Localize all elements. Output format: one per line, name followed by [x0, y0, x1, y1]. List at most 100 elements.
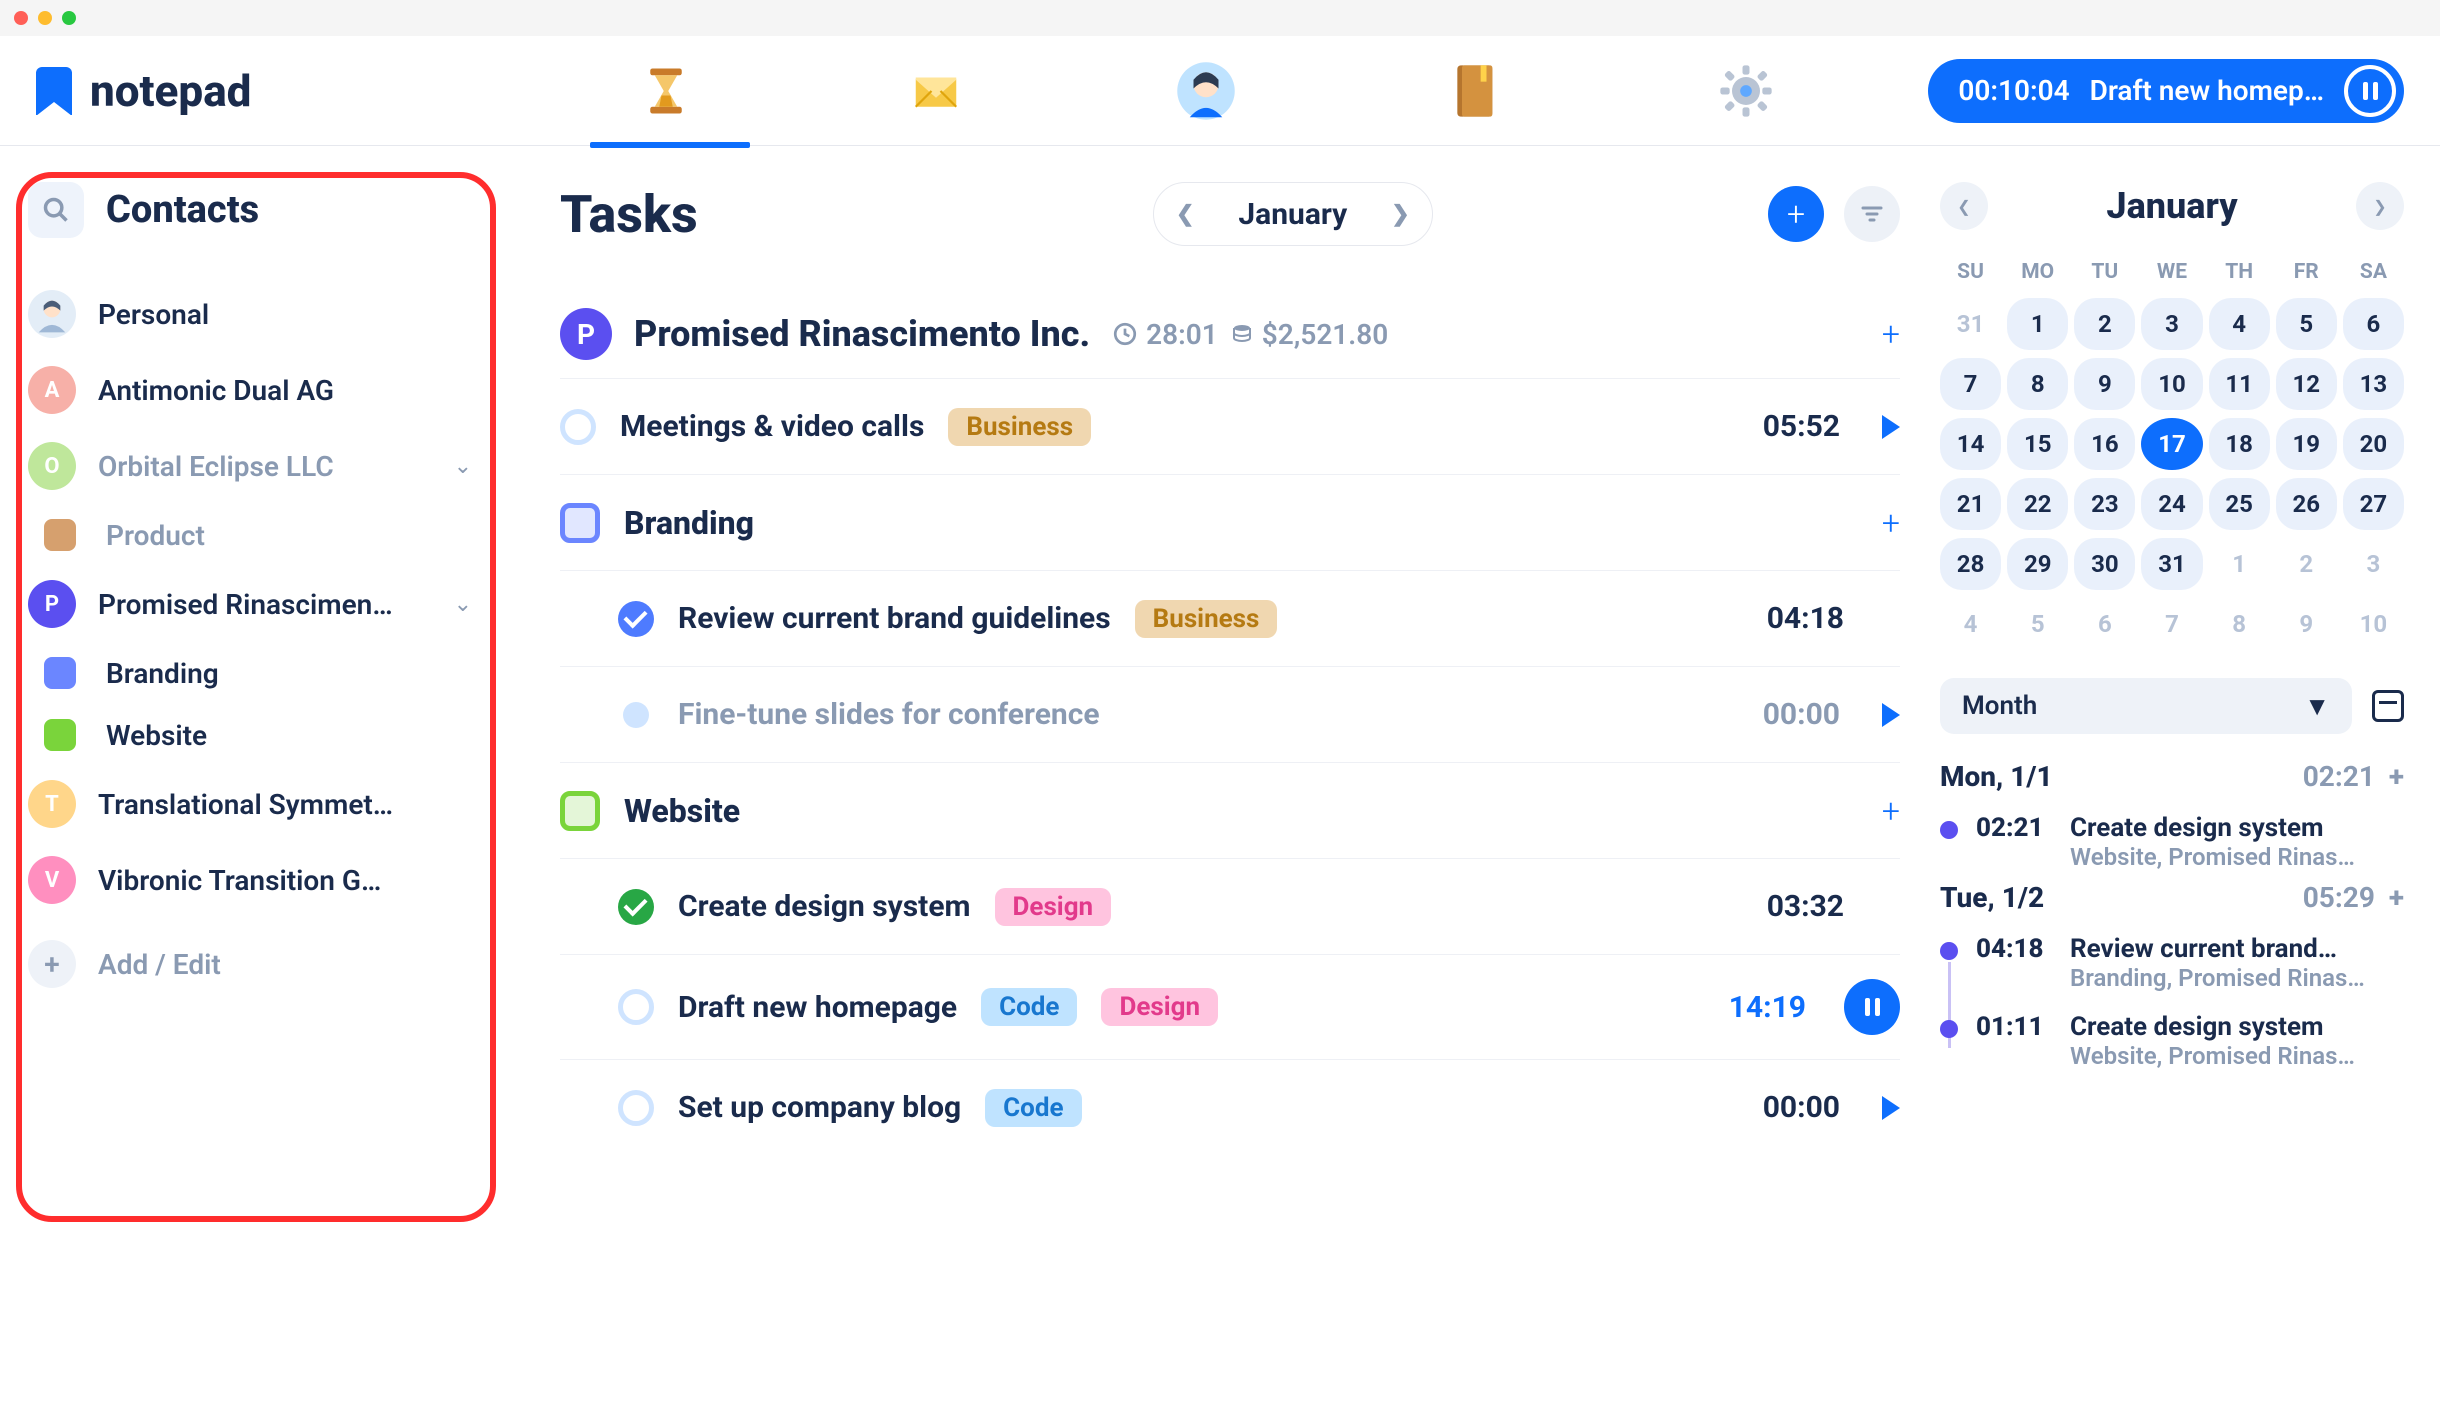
calendar-day[interactable]: 15	[2007, 418, 2068, 470]
sidebar-item[interactable]: OOrbital Eclipse LLC⌄	[28, 428, 472, 504]
task-row[interactable]: Set up company blogCode00:00	[560, 1059, 1900, 1155]
calendar-day[interactable]: 19	[2276, 418, 2337, 470]
task-checkbox[interactable]	[560, 409, 596, 445]
calendar-day[interactable]: 1	[2209, 538, 2270, 590]
calendar-day[interactable]: 23	[2074, 478, 2135, 530]
calendar-day[interactable]: 5	[2007, 598, 2068, 650]
calendar-icon-button[interactable]	[2372, 690, 2404, 722]
calendar-day[interactable]: 2	[2276, 538, 2337, 590]
nav-tab-notes[interactable]	[1446, 61, 1506, 121]
task-checkbox[interactable]	[618, 601, 654, 637]
nav-tab-tasks[interactable]	[636, 61, 696, 121]
calendar-day[interactable]: 12	[2276, 358, 2337, 410]
task-row[interactable]: Draft new homepageCodeDesign14:19	[560, 954, 1900, 1059]
task-row[interactable]: Review current brand guidelinesBusiness0…	[560, 570, 1900, 666]
chevron-down-icon[interactable]: ⌄	[454, 592, 472, 617]
task-checkbox[interactable]	[618, 889, 654, 925]
sidebar-sub-item[interactable]: Product	[28, 504, 472, 566]
calendar-day[interactable]: 31	[1940, 298, 2001, 350]
calendar-day[interactable]: 5	[2276, 298, 2337, 350]
calendar-day[interactable]: 21	[1940, 478, 2001, 530]
calendar-day[interactable]: 26	[2276, 478, 2337, 530]
sidebar-item[interactable]: TTranslational Symmet…	[28, 766, 472, 842]
month-selector[interactable]: ❮ January ❯	[1153, 182, 1433, 246]
calendar-day[interactable]: 7	[1940, 358, 2001, 410]
calendar-prev-button[interactable]: ❮	[1940, 182, 1988, 230]
calendar-day[interactable]: 2	[2074, 298, 2135, 350]
calendar-day[interactable]: 8	[2007, 358, 2068, 410]
calendar-day[interactable]: 1	[2007, 298, 2068, 350]
calendar-day[interactable]: 31	[2141, 538, 2202, 590]
calendar-day[interactable]: 11	[2209, 358, 2270, 410]
calendar-next-button[interactable]: ❯	[2356, 182, 2404, 230]
calendar-day[interactable]: 6	[2343, 298, 2404, 350]
calendar-day[interactable]: 4	[1940, 598, 2001, 650]
calendar-day[interactable]: 24	[2141, 478, 2202, 530]
calendar-day[interactable]: 6	[2074, 598, 2135, 650]
play-button[interactable]	[1882, 1096, 1900, 1120]
section-add-button[interactable]: +	[1882, 504, 1900, 542]
task-row[interactable]: Branding+	[560, 474, 1900, 570]
active-timer-pill[interactable]: 00:10:04 Draft new homep…	[1928, 59, 2404, 123]
task-checkbox[interactable]	[618, 1090, 654, 1126]
sidebar-add-edit-button[interactable]: + Add / Edit	[28, 918, 472, 988]
calendar-day[interactable]: 29	[2007, 538, 2068, 590]
sidebar-item[interactable]: PPromised Rinascimen…⌄	[28, 566, 472, 642]
month-prev-button[interactable]: ❮	[1176, 202, 1194, 227]
calendar-day[interactable]: 13	[2343, 358, 2404, 410]
calendar-day[interactable]: 9	[2276, 598, 2337, 650]
task-checkbox[interactable]	[618, 989, 654, 1025]
sidebar-search-button[interactable]	[28, 182, 84, 238]
window-maximize-button[interactable]	[62, 11, 76, 25]
calendar-day[interactable]: 4	[2209, 298, 2270, 350]
timesheet-entry[interactable]: 02:21Create design systemWebsite, Promis…	[1940, 813, 2404, 871]
nav-tab-profile[interactable]	[1176, 61, 1236, 121]
chevron-down-icon[interactable]: ⌄	[454, 454, 472, 479]
timesheet-entry[interactable]: 01:11Create design systemWebsite, Promis…	[1940, 1012, 2404, 1070]
calendar-day[interactable]: 30	[2074, 538, 2135, 590]
play-button[interactable]	[1882, 415, 1900, 439]
calendar-day[interactable]: 28	[1940, 538, 2001, 590]
play-button[interactable]	[1882, 703, 1900, 727]
calendar-day[interactable]: 27	[2343, 478, 2404, 530]
calendar-day[interactable]: 10	[2141, 358, 2202, 410]
calendar-day[interactable]: 25	[2209, 478, 2270, 530]
calendar-day[interactable]: 3	[2141, 298, 2202, 350]
calendar-day[interactable]: 18	[2209, 418, 2270, 470]
calendar-day[interactable]: 8	[2209, 598, 2270, 650]
calendar-day[interactable]: 3	[2343, 538, 2404, 590]
range-select[interactable]: Month ▼	[1940, 678, 2352, 734]
calendar-day[interactable]: 10	[2343, 598, 2404, 650]
calendar-day[interactable]: 20	[2343, 418, 2404, 470]
section-add-button[interactable]: +	[1882, 792, 1900, 830]
window-minimize-button[interactable]	[38, 11, 52, 25]
task-row[interactable]: Create design systemDesign03:32	[560, 858, 1900, 954]
calendar-day[interactable]: 22	[2007, 478, 2068, 530]
company-add-button[interactable]: +	[1882, 315, 1900, 353]
calendar-day[interactable]: 17	[2141, 418, 2202, 470]
sidebar-sub-item[interactable]: Website	[28, 704, 472, 766]
filter-button[interactable]	[1844, 186, 1900, 242]
add-task-button[interactable]: +	[1768, 186, 1824, 242]
timer-pause-button[interactable]	[2344, 65, 2396, 117]
calendar-day[interactable]: 9	[2074, 358, 2135, 410]
nav-tab-settings[interactable]	[1716, 61, 1776, 121]
sidebar-item[interactable]: VVibronic Transition G…	[28, 842, 472, 918]
timesheet-entry[interactable]: 04:18Review current brand…Branding, Prom…	[1940, 934, 2404, 992]
month-next-button[interactable]: ❯	[1391, 202, 1409, 227]
sidebar-item[interactable]: Personal	[28, 276, 472, 352]
timesheet-add-button[interactable]: +	[2389, 760, 2404, 793]
task-row[interactable]: Website+	[560, 762, 1900, 858]
task-row[interactable]: Meetings & video callsBusiness05:52	[560, 378, 1900, 474]
sidebar-sub-item[interactable]: Branding	[28, 642, 472, 704]
task-row[interactable]: Fine-tune slides for conference00:00	[560, 666, 1900, 762]
calendar-day[interactable]: 7	[2141, 598, 2202, 650]
task-checkbox[interactable]	[623, 702, 649, 728]
calendar-day[interactable]: 14	[1940, 418, 2001, 470]
pause-button[interactable]	[1844, 979, 1900, 1035]
window-close-button[interactable]	[14, 11, 28, 25]
calendar-day[interactable]: 16	[2074, 418, 2135, 470]
nav-tab-mail[interactable]	[906, 61, 966, 121]
timesheet-add-button[interactable]: +	[2389, 881, 2404, 914]
sidebar-item[interactable]: AAntimonic Dual AG	[28, 352, 472, 428]
